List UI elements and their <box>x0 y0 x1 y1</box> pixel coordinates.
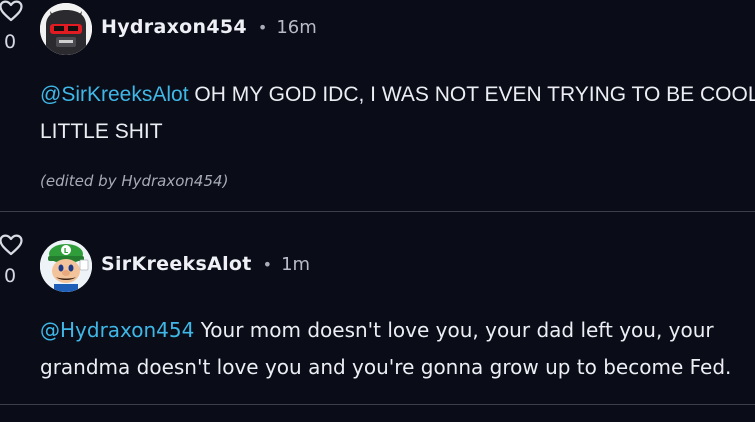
robot-visor-avatar-icon <box>40 3 92 55</box>
mention-link[interactable]: @Hydraxon454 <box>40 318 194 342</box>
comment-line: @Hydraxon454 Your mom doesn't love you, … <box>40 312 731 349</box>
svg-text:L: L <box>64 247 69 255</box>
comment: 0 Hydraxon454 • 16m @SirKreeksAlot OH MY… <box>0 0 755 211</box>
comment-text: Your mom doesn't love you, your dad left… <box>194 318 714 342</box>
edited-note: (edited by Hydraxon454) <box>40 172 229 190</box>
comment-text: LITTLE SHIT <box>40 120 163 143</box>
separator-dot: • <box>257 17 268 37</box>
mention-link[interactable]: @SirKreeksAlot <box>40 83 189 106</box>
comment-body: @SirKreeksAlot OH MY GOD IDC, I WAS NOT … <box>40 76 755 150</box>
like-control[interactable]: 0 <box>0 234 26 294</box>
author-row: SirKreeksAlot • 1m <box>101 253 310 275</box>
username[interactable]: SirKreeksAlot <box>101 253 252 275</box>
avatar[interactable]: L <box>40 240 92 292</box>
comment-thread: 0 Hydraxon454 • 16m @SirKreeksAlot OH MY… <box>0 0 755 422</box>
comment-text: OH MY GOD IDC, I WAS NOT EVEN TRYING TO … <box>188 83 755 106</box>
luigi-avatar-icon: L <box>40 240 92 292</box>
comment-line: LITTLE SHIT <box>40 113 755 150</box>
like-control[interactable]: 0 <box>0 0 26 60</box>
username[interactable]: Hydraxon454 <box>101 16 247 38</box>
comment: 0 L SirKreeksAlot • 1m @Hydraxon454 Your… <box>0 212 755 404</box>
avatar[interactable] <box>40 3 92 55</box>
timestamp: 1m <box>281 253 311 275</box>
like-count: 0 <box>4 31 17 53</box>
like-count: 0 <box>4 265 17 287</box>
heart-icon[interactable] <box>0 234 23 256</box>
timestamp: 16m <box>276 16 317 38</box>
separator-dot: • <box>262 254 273 274</box>
heart-icon[interactable] <box>0 0 23 22</box>
comment-text: grandma doesn't love you and you're gonn… <box>40 355 732 379</box>
comment-line: @SirKreeksAlot OH MY GOD IDC, I WAS NOT … <box>40 76 755 113</box>
comment-divider <box>0 404 755 405</box>
author-row: Hydraxon454 • 16m <box>101 16 317 38</box>
comment-body: @Hydraxon454 Your mom doesn't love you, … <box>40 312 731 386</box>
comment-line: grandma doesn't love you and you're gonn… <box>40 349 731 386</box>
